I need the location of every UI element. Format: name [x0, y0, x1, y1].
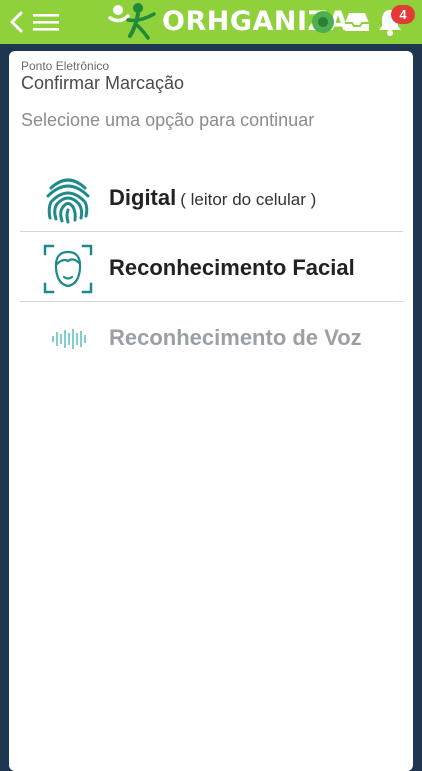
instruction-text: Selecione uma opção para continuar [21, 110, 315, 130]
option-facial-label: Reconhecimento Facial [109, 255, 355, 280]
logo-globe-icon [312, 11, 334, 33]
logo-figure-icon [108, 3, 156, 40]
hamburger-menu-icon[interactable] [33, 13, 59, 31]
inbox-icon[interactable] [344, 11, 370, 33]
fingerprint-icon [46, 178, 90, 224]
option-digital-title: Digital [109, 185, 177, 210]
section-label: Ponto Eletrônico [21, 59, 110, 73]
option-voice-label: Reconhecimento de Voz [109, 325, 362, 350]
notification-count-badge: 4 [391, 5, 415, 24]
option-voice-recognition[interactable]: Reconhecimento de Voz [20, 303, 403, 372]
page-title: Confirmar Marcação [21, 73, 185, 93]
back-arrow-icon[interactable] [8, 10, 24, 34]
content-card: Ponto Eletrônico Confirmar Marcação Sele… [9, 51, 413, 771]
option-facial-recognition[interactable]: Reconhecimento Facial [20, 233, 403, 302]
option-digital-sublabel: ( leitor do celular ) [180, 190, 317, 209]
voice-wave-icon [52, 329, 86, 349]
option-digital[interactable]: Digital( leitor do celular ) [20, 163, 403, 232]
face-scan-icon [43, 244, 93, 294]
option-digital-label: Digital( leitor do celular ) [109, 185, 316, 211]
top-app-bar: ORHGANIZA 4 [0, 0, 422, 44]
